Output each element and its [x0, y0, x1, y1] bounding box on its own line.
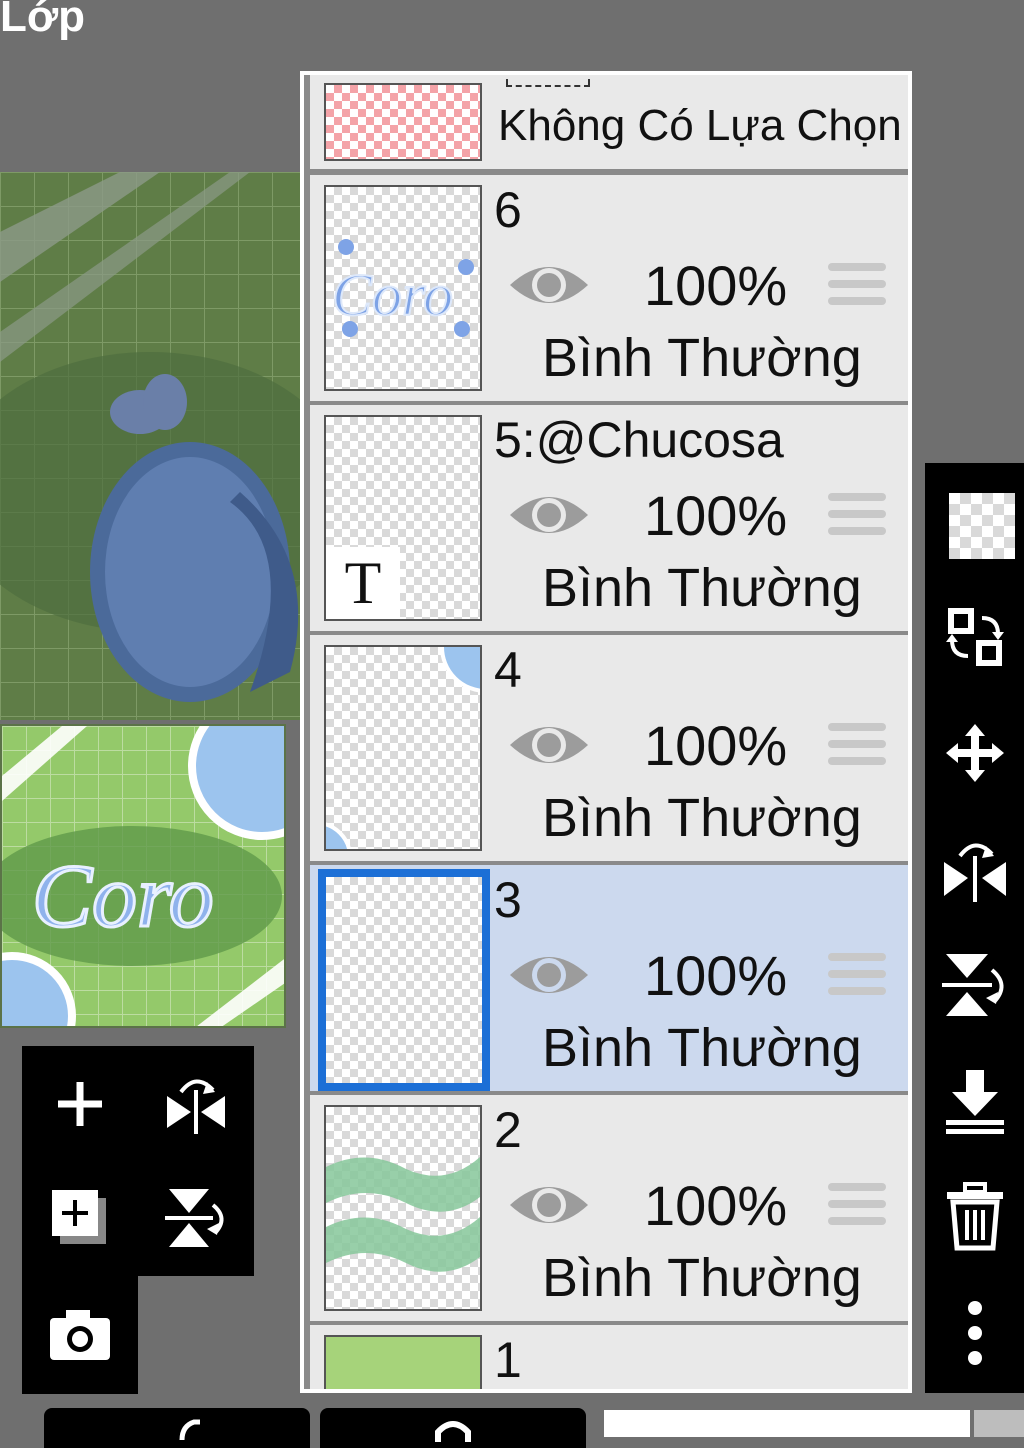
bottom-slider-end: [974, 1410, 1024, 1437]
blend-mode[interactable]: Bình Thường: [542, 787, 862, 849]
bottom-slider-track[interactable]: [604, 1410, 970, 1437]
layer-opacity[interactable]: 100%: [644, 1173, 787, 1238]
flip-vertical-icon[interactable]: [937, 947, 1013, 1023]
layer-row-3[interactable]: 3 100% Bình Thường: [310, 865, 908, 1091]
selection-layer-row[interactable]: Không Có Lựa Chọn: [310, 75, 908, 169]
flip-horizontal-icon[interactable]: [937, 831, 1013, 907]
layer-name[interactable]: 4: [494, 641, 522, 699]
blend-mode[interactable]: Bình Thường: [542, 327, 862, 389]
drag-handle-icon[interactable]: [828, 493, 886, 543]
svg-text:Coro: Coro: [32, 847, 214, 946]
new-layer-icon[interactable]: [40, 1178, 120, 1258]
right-toolbar: [925, 463, 1024, 1393]
blend-mode[interactable]: Bình Thường: [542, 1017, 862, 1079]
visibility-eye-icon[interactable]: [508, 945, 590, 1005]
layer-opacity[interactable]: 100%: [644, 713, 787, 778]
canvas-preview[interactable]: [0, 172, 300, 720]
layer-row-6[interactable]: Coro 6 100% Bình Thường: [310, 175, 908, 401]
layer-panel: Không Có Lựa Chọn Coro 6 100% Bình Thườn…: [300, 71, 912, 1393]
layer-row-5[interactable]: T 5:@Chucosa 100% Bình Thường: [310, 405, 908, 631]
canvas-thumbnail[interactable]: Coro: [0, 724, 286, 1028]
layer-opacity[interactable]: 100%: [644, 253, 787, 318]
blend-mode[interactable]: Bình Thường: [542, 1247, 862, 1309]
camera-icon[interactable]: [40, 1294, 120, 1374]
add-layer-icon[interactable]: [40, 1064, 120, 1144]
drag-handle-icon[interactable]: [828, 723, 886, 773]
more-icon[interactable]: [937, 1295, 1013, 1371]
layer-name[interactable]: 6: [494, 181, 522, 239]
visibility-eye-icon[interactable]: [508, 485, 590, 545]
merge-down-icon[interactable]: [937, 1063, 1013, 1139]
layer-name[interactable]: 2: [494, 1101, 522, 1159]
left-toolbar-lower: [22, 1276, 138, 1394]
flip-horizontal-icon[interactable]: [156, 1064, 236, 1144]
layer-name[interactable]: 5:@Chucosa: [494, 411, 784, 469]
visibility-eye-icon[interactable]: [508, 1175, 590, 1235]
layer-thumbnail: [324, 645, 482, 851]
visibility-eye-icon[interactable]: [508, 715, 590, 775]
layer-name[interactable]: 1: [494, 1331, 522, 1389]
layer-row-4[interactable]: 4 100% Bình Thường: [310, 635, 908, 861]
bottom-button-lock[interactable]: [320, 1408, 586, 1448]
selection-marquee-icon: [506, 79, 590, 87]
svg-text:Coro: Coro: [332, 262, 453, 328]
layer-thumbnail: T: [324, 415, 482, 621]
layer-row-2[interactable]: 2 100% Bình Thường: [310, 1095, 908, 1321]
trash-icon[interactable]: [937, 1179, 1013, 1255]
transparency-icon[interactable]: [949, 493, 1015, 559]
layer-thumbnail: [318, 869, 490, 1091]
flip-vertical-icon[interactable]: [156, 1178, 236, 1258]
layer-name[interactable]: 3: [494, 871, 522, 929]
layer-list[interactable]: Không Có Lựa Chọn Coro 6 100% Bình Thườn…: [304, 75, 908, 1389]
bottom-button-undo[interactable]: [44, 1408, 310, 1448]
selection-label: Không Có Lựa Chọn: [498, 101, 902, 150]
selection-thumbnail: [324, 83, 482, 161]
drag-handle-icon[interactable]: [828, 263, 886, 313]
layer-thumbnail: [324, 1105, 482, 1311]
drag-handle-icon[interactable]: [828, 1183, 886, 1233]
swap-layer-icon[interactable]: [937, 599, 1013, 675]
move-icon[interactable]: [937, 715, 1013, 791]
layer-thumbnail: [324, 1335, 482, 1389]
left-toolbar: [22, 1046, 254, 1276]
blend-mode[interactable]: Bình Thường: [542, 557, 862, 619]
drag-handle-icon[interactable]: [828, 953, 886, 1003]
panel-title: Lớp: [0, 0, 86, 41]
layer-opacity[interactable]: 100%: [644, 943, 787, 1008]
layer-thumbnail: Coro: [324, 185, 482, 391]
visibility-eye-icon[interactable]: [508, 255, 590, 315]
text-layer-icon: T: [326, 547, 400, 619]
layer-opacity[interactable]: 100%: [644, 483, 787, 548]
layer-row-1[interactable]: 1: [310, 1325, 908, 1389]
